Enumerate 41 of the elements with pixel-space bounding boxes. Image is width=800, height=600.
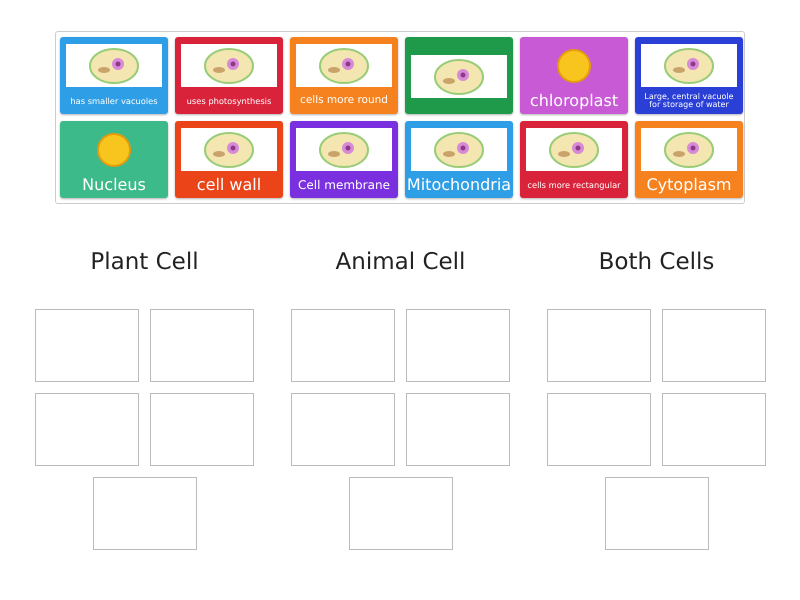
- answer-card[interactable]: cell wall: [175, 121, 283, 198]
- card-label: cell wall: [196, 175, 262, 195]
- drop-zone[interactable]: [662, 393, 766, 466]
- drop-zone[interactable]: [662, 309, 766, 382]
- card-label: Cell membrane: [298, 176, 390, 194]
- card-label: Nucleus: [82, 175, 146, 195]
- answer-card[interactable]: [405, 37, 513, 114]
- drop-zone[interactable]: [291, 309, 395, 382]
- group-heading: Plant Cell: [90, 249, 199, 277]
- drop-zone[interactable]: [604, 477, 708, 550]
- answer-card[interactable]: uses photosynthesis: [175, 37, 283, 114]
- card-label: cells more round: [300, 93, 388, 108]
- drop-zone[interactable]: [406, 393, 510, 466]
- answer-card[interactable]: chloroplast: [520, 37, 628, 114]
- drop-zone[interactable]: [35, 309, 139, 382]
- card-label: Mitochondria: [406, 175, 512, 195]
- group-heading: Animal Cell: [336, 249, 466, 277]
- drop-zone[interactable]: [406, 309, 510, 382]
- answer-card[interactable]: Nucleus: [60, 121, 168, 198]
- drop-zone[interactable]: [35, 393, 139, 466]
- group-heading: Both Cells: [598, 249, 714, 277]
- card-label: Large, central vacuole for storage of water: [643, 91, 735, 111]
- drop-zone[interactable]: [92, 477, 196, 550]
- answer-card[interactable]: cells more rectangular: [520, 121, 628, 198]
- answer-card[interactable]: cells more round: [290, 37, 398, 114]
- card-label: chloroplast: [530, 91, 618, 111]
- drop-zone[interactable]: [348, 477, 452, 550]
- card-label: has smaller vacuoles: [70, 94, 158, 108]
- answer-card[interactable]: Cytoplasm: [635, 121, 743, 198]
- drop-zone[interactable]: [291, 393, 395, 466]
- card-label: Cytoplasm: [646, 175, 732, 195]
- drop-zone[interactable]: [547, 309, 651, 382]
- answer-card[interactable]: Large, central vacuole for storage of water: [635, 37, 743, 114]
- card-label: uses photosynthesis: [186, 94, 272, 108]
- drop-zone[interactable]: [547, 393, 651, 466]
- answer-card[interactable]: has smaller vacuoles: [60, 37, 168, 114]
- card-label: cells more rectangular: [527, 178, 621, 192]
- drop-zone[interactable]: [150, 309, 254, 382]
- answer-card[interactable]: Cell membrane: [290, 121, 398, 198]
- drop-zone[interactable]: [150, 393, 254, 466]
- answer-card[interactable]: Mitochondria: [405, 121, 513, 198]
